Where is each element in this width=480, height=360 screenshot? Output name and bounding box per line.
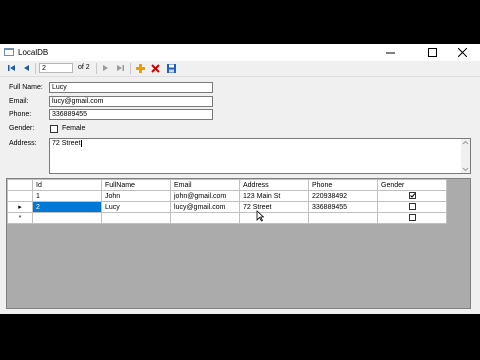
gender-checkbox-checked[interactable]	[408, 192, 416, 200]
cell-fullname[interactable]	[101, 212, 171, 224]
cell-email[interactable]: john@gmail.com	[170, 190, 240, 202]
gender-checkbox[interactable]	[408, 214, 416, 222]
app-icon	[4, 48, 14, 56]
table-row[interactable]: ▸ 2 Lucy lucy@gmail.com 72 Street 336889…	[7, 201, 447, 213]
column-header-gender[interactable]: Gender	[377, 179, 447, 191]
cell-gender[interactable]	[377, 190, 447, 202]
cell-phone[interactable]: 220938492	[308, 190, 378, 202]
gender-checkbox[interactable]	[408, 203, 416, 211]
cell-email[interactable]: lucy@gmail.com	[170, 201, 240, 213]
title-bar: LocalDB	[0, 44, 480, 62]
cell-gender[interactable]	[377, 201, 447, 213]
female-checkbox[interactable]	[50, 125, 58, 133]
address-field[interactable]: 72 Street	[49, 138, 471, 174]
text-caret	[81, 140, 83, 147]
grid-table: Id FullName Email Address Phone Gender 1…	[7, 179, 447, 224]
data-grid: Id FullName Email Address Phone Gender 1…	[6, 178, 471, 309]
cell-address[interactable]	[239, 212, 309, 224]
cell-address[interactable]: 123 Main St	[239, 190, 309, 202]
address-text: 72 Street	[52, 140, 81, 147]
address-label: Address:	[9, 140, 37, 147]
add-icon	[135, 63, 145, 73]
cell-phone[interactable]	[308, 212, 378, 224]
fullname-field[interactable]: Lucy	[49, 82, 213, 93]
move-last-button[interactable]	[115, 63, 125, 73]
toolbar-separator	[96, 63, 97, 74]
cell-phone[interactable]: 336889455	[308, 201, 378, 213]
scroll-down-icon	[462, 167, 469, 172]
column-header-phone[interactable]: Phone	[308, 179, 378, 191]
delete-button[interactable]	[150, 63, 160, 73]
row-header-new[interactable]: *	[7, 212, 33, 224]
grid-corner	[7, 179, 33, 191]
close-icon	[457, 48, 467, 57]
cell-id[interactable]: 1	[32, 190, 102, 202]
column-header-address[interactable]: Address	[239, 179, 309, 191]
cell-id-selected[interactable]: 2	[32, 201, 102, 213]
move-next-button[interactable]	[100, 63, 110, 73]
move-first-icon	[8, 65, 15, 71]
toolbar-separator	[35, 63, 36, 74]
check-icon	[409, 193, 415, 199]
scroll-up-icon	[462, 140, 469, 145]
save-icon	[166, 63, 176, 73]
cell-fullname[interactable]: Lucy	[101, 201, 171, 213]
add-new-button[interactable]	[135, 63, 145, 73]
column-header-email[interactable]: Email	[170, 179, 240, 191]
move-previous-button[interactable]	[22, 63, 32, 73]
column-header-id[interactable]: Id	[32, 179, 102, 191]
cell-gender[interactable]	[377, 212, 447, 224]
cell-email[interactable]	[170, 212, 240, 224]
table-row[interactable]: 1 John john@gmail.com 123 Main St 220938…	[7, 190, 447, 202]
position-input[interactable]: 2	[39, 63, 73, 73]
phone-field[interactable]: 336889455	[49, 109, 213, 120]
delete-icon	[150, 63, 160, 73]
close-button[interactable]	[444, 44, 480, 61]
move-previous-icon	[24, 65, 29, 71]
minimize-button[interactable]	[372, 44, 408, 61]
maximize-icon	[427, 48, 437, 57]
gender-label: Gender:	[9, 125, 35, 132]
cell-address[interactable]: 72 Street	[239, 201, 309, 213]
binding-navigator: 2 of 2	[0, 61, 480, 77]
fullname-label: Full Name:	[9, 84, 43, 91]
record-count-label: of 2	[78, 64, 90, 71]
move-first-button[interactable]	[7, 63, 17, 73]
minimize-icon	[385, 52, 395, 54]
move-last-icon	[117, 65, 124, 71]
email-field[interactable]: lucy@gmail.com	[49, 96, 213, 107]
move-next-icon	[103, 65, 108, 71]
grid-header-row: Id FullName Email Address Phone Gender	[7, 179, 447, 191]
address-scrollbar[interactable]	[461, 139, 470, 173]
female-label: Female	[62, 125, 86, 132]
app-window: LocalDB 2 of 2 Full Name: Lucy Email: lu…	[0, 44, 480, 314]
toolbar-separator	[130, 63, 131, 74]
save-button[interactable]	[166, 63, 176, 73]
mouse-cursor-icon	[256, 210, 264, 222]
cell-fullname[interactable]: John	[101, 190, 171, 202]
phone-label: Phone:	[9, 111, 32, 118]
cell-id[interactable]	[32, 212, 102, 224]
row-header-current[interactable]: ▸	[7, 201, 33, 213]
column-header-fullname[interactable]: FullName	[101, 179, 171, 191]
email-label: Email:	[9, 98, 29, 105]
table-row-new[interactable]: *	[7, 212, 447, 224]
window-title: LocalDB	[18, 48, 49, 57]
row-header[interactable]	[7, 190, 33, 202]
